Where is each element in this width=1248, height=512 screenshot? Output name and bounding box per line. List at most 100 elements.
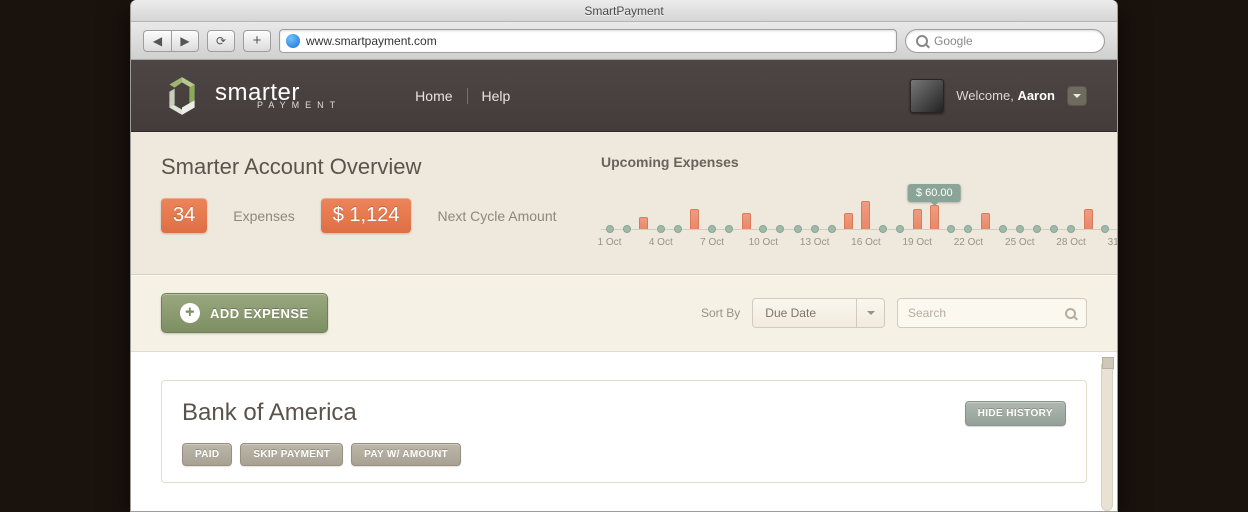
- nav-button-group: ◀ ▶: [143, 30, 199, 52]
- chart-day: [977, 174, 994, 248]
- sort-search-area: Sort By Due Date: [701, 298, 1087, 328]
- upcoming-chart: 1 Oct4 Oct7 Oct10 Oct13 Oct16 Oct19 Oct$…: [601, 174, 1118, 248]
- upcoming-title: Upcoming Expenses: [601, 154, 1118, 170]
- browser-search[interactable]: Google: [905, 29, 1105, 53]
- chart-bar[interactable]: [981, 213, 990, 229]
- chart-dot: [776, 225, 784, 233]
- brand-sub: PAYMENT: [257, 101, 341, 110]
- chart-bar[interactable]: [690, 209, 699, 229]
- chart-dot: [1101, 225, 1109, 233]
- window-titlebar: SmartPayment: [131, 0, 1117, 22]
- chart-tick-label: 31 Oct: [1108, 237, 1118, 248]
- chart-dot: [1050, 225, 1058, 233]
- add-expense-label: ADD EXPENSE: [210, 306, 309, 321]
- chart-day: [823, 174, 840, 248]
- chart-day: 28 Oct: [1063, 174, 1080, 248]
- hide-history-button[interactable]: HIDE HISTORY: [965, 401, 1066, 426]
- chart-dot: [794, 225, 802, 233]
- chart-bar[interactable]: [913, 209, 922, 229]
- primary-nav: Home Help: [401, 88, 524, 104]
- chart-bar[interactable]: [861, 201, 870, 229]
- search-icon: [916, 35, 928, 47]
- nav-home[interactable]: Home: [401, 88, 466, 104]
- skip-payment-button[interactable]: SKIP PAYMENT: [240, 443, 343, 466]
- chart-day: 10 Oct: [755, 174, 772, 248]
- overview-stats: 34 Expenses $ 1,124 Next Cycle Amount: [161, 198, 561, 233]
- chart-dot: [759, 225, 767, 233]
- pay-with-amount-button[interactable]: PAY W/ AMOUNT: [351, 443, 461, 466]
- chart-dot: [1067, 225, 1075, 233]
- card-title: Bank of America: [182, 399, 357, 427]
- search-icon: [1065, 308, 1076, 319]
- chart-bar[interactable]: [639, 217, 648, 229]
- chart-bar[interactable]: [1084, 209, 1093, 229]
- logo-text: smarter PAYMENT: [215, 81, 341, 110]
- chart-dot: [725, 225, 733, 233]
- chevron-down-icon: [867, 311, 875, 315]
- brand-logo[interactable]: smarter PAYMENT: [161, 75, 341, 117]
- chart-day: 22 Oct: [960, 174, 977, 248]
- chart-day: [1080, 174, 1097, 248]
- sort-caret: [856, 299, 884, 327]
- chart-dot: [896, 225, 904, 233]
- chart-days: 1 Oct4 Oct7 Oct10 Oct13 Oct16 Oct19 Oct$…: [601, 174, 1118, 248]
- chart-day: [1028, 174, 1045, 248]
- back-button[interactable]: ◀: [143, 30, 171, 52]
- forward-button[interactable]: ▶: [171, 30, 199, 52]
- chart-dot: [1016, 225, 1024, 233]
- browser-toolbar: ◀ ▶ ⟳ + www.smartpayment.com Google: [131, 22, 1117, 60]
- add-expense-button[interactable]: + ADD EXPENSE: [161, 293, 328, 333]
- chart-day: 1 Oct: [601, 174, 618, 248]
- chart-dot: [828, 225, 836, 233]
- address-bar[interactable]: www.smartpayment.com: [279, 29, 897, 53]
- welcome-prefix: Welcome,: [956, 88, 1017, 103]
- overview-title: Smarter Account Overview: [161, 154, 561, 180]
- globe-icon: [286, 34, 300, 48]
- card-actions: PAID SKIP PAYMENT PAY W/ AMOUNT: [182, 443, 1066, 466]
- chart-dot: [811, 225, 819, 233]
- chart-day: [772, 174, 789, 248]
- avatar[interactable]: [910, 79, 944, 113]
- chevron-down-icon: [1073, 94, 1081, 98]
- chart-dot: [964, 225, 972, 233]
- chart-dot: [623, 225, 631, 233]
- cycle-amount-badge: $ 1,124: [321, 198, 412, 233]
- expense-card: Bank of America HIDE HISTORY PAID SKIP P…: [161, 380, 1087, 483]
- search-input[interactable]: [908, 306, 1048, 320]
- browser-search-placeholder: Google: [934, 34, 973, 48]
- chart-dot: [1033, 225, 1041, 233]
- chart-day: 25 Oct: [1011, 174, 1028, 248]
- paid-button[interactable]: PAID: [182, 443, 232, 466]
- list-toolbar: + ADD EXPENSE Sort By Due Date: [131, 275, 1117, 352]
- chart-day: 4 Oct: [652, 174, 669, 248]
- chart-dot: [606, 225, 614, 233]
- chart-day: [618, 174, 635, 248]
- chart-day: [669, 174, 686, 248]
- reload-button[interactable]: ⟳: [207, 30, 235, 52]
- chart-bar[interactable]: [844, 213, 853, 229]
- scrollbar[interactable]: [1101, 360, 1113, 511]
- overview-summary: Smarter Account Overview 34 Expenses $ 1…: [161, 154, 561, 248]
- app-header: smarter PAYMENT Home Help Welcome, Aaron: [131, 60, 1117, 132]
- user-menu-button[interactable]: [1067, 86, 1087, 106]
- chart-dot: [999, 225, 1007, 233]
- search-field[interactable]: [897, 298, 1087, 328]
- chart-day: 7 Oct: [704, 174, 721, 248]
- logo-icon: [161, 75, 203, 117]
- sort-by-label: Sort By: [701, 306, 740, 320]
- add-tab-button[interactable]: +: [243, 30, 271, 52]
- nav-help[interactable]: Help: [468, 88, 525, 104]
- chart-day: 31 Oct: [1114, 174, 1118, 248]
- chart-day: 16 Oct: [857, 174, 874, 248]
- url-text: www.smartpayment.com: [306, 34, 437, 48]
- chart-bar[interactable]: [742, 213, 751, 229]
- sort-select[interactable]: Due Date: [752, 298, 885, 328]
- chart-dot: [674, 225, 682, 233]
- welcome-text: Welcome, Aaron: [956, 88, 1055, 103]
- chart-dot: [879, 225, 887, 233]
- chart-day: 13 Oct: [806, 174, 823, 248]
- chart-dot: [708, 225, 716, 233]
- chart-dot: [947, 225, 955, 233]
- browser-window: SmartPayment ◀ ▶ ⟳ + www.smartpayment.co…: [130, 0, 1118, 512]
- chart-dot: [657, 225, 665, 233]
